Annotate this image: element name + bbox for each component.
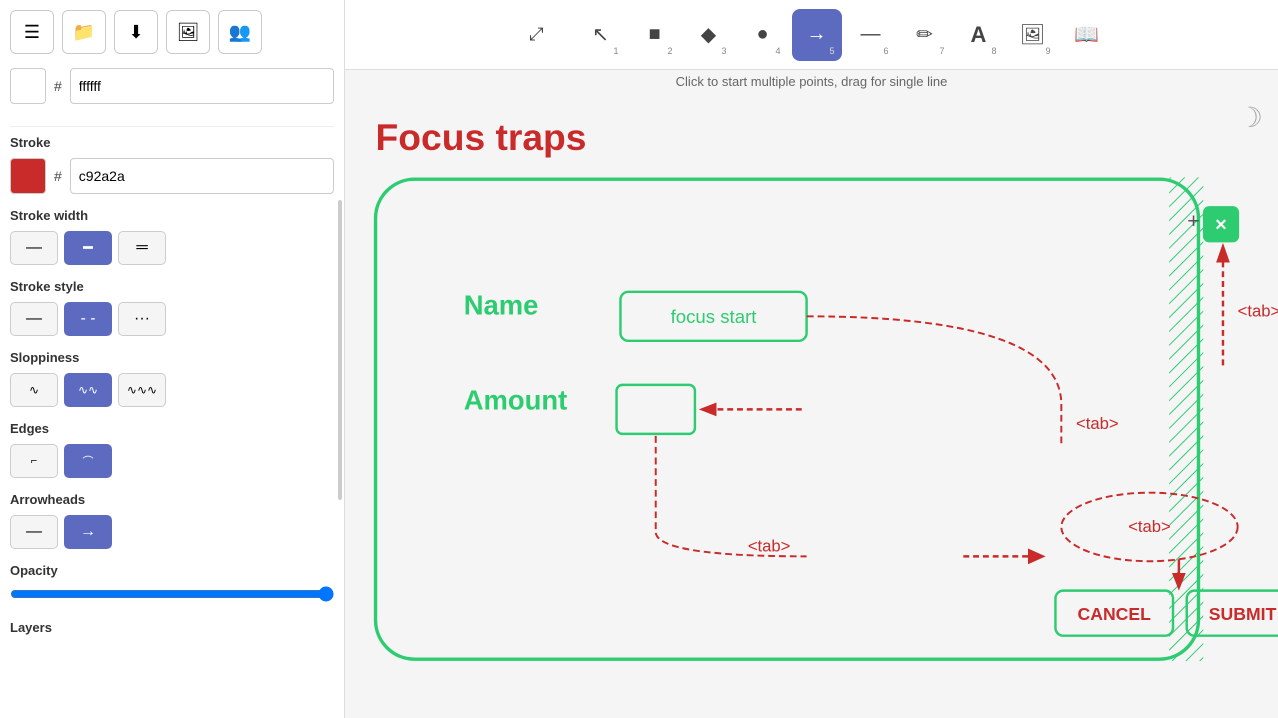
- amount-box: [617, 385, 695, 434]
- stroke-swatch[interactable]: [10, 158, 46, 194]
- stroke-dashed[interactable]: - -: [64, 302, 112, 336]
- focus-trap-border: [376, 179, 1199, 659]
- tab-label-mid: <tab>: [1076, 414, 1119, 433]
- stroke-width-label: Stroke width: [10, 208, 334, 223]
- select-tool-button[interactable]: ↖ 1: [576, 9, 626, 61]
- stroke-section-label: Stroke: [10, 135, 334, 150]
- sidebar-top-icons: ☰ 📁 ⬇ 🖼 👥: [10, 10, 334, 54]
- stroke-thin[interactable]: —: [10, 231, 58, 265]
- opacity-slider[interactable]: [10, 586, 334, 602]
- stroke-color-row: #: [10, 158, 334, 194]
- fill-swatch[interactable]: [10, 68, 46, 104]
- sloppiness-none[interactable]: ∿: [10, 373, 58, 407]
- focus-start-label: focus start: [671, 306, 758, 327]
- up-arrow-head: [1216, 243, 1230, 263]
- scroll-thumb[interactable]: [338, 200, 342, 500]
- fill-hash-label: #: [54, 78, 62, 94]
- sloppiness-label: Sloppiness: [10, 350, 334, 365]
- toolbar: ⤢ ↖ 1 ■ 2 ◆ 3 ● 4 → 5 — 6 ✏ 7 A: [345, 0, 1278, 70]
- stroke-thick[interactable]: ═: [118, 231, 166, 265]
- main-area: ⤢ ↖ 1 ■ 2 ◆ 3 ● 4 → 5 — 6 ✏ 7 A: [345, 0, 1278, 718]
- users-button[interactable]: 👥: [218, 10, 262, 54]
- stroke-dotted[interactable]: ···: [118, 302, 166, 336]
- canvas[interactable]: ☽ Focus traps + ✕: [345, 91, 1278, 718]
- edges-group: ⌐ ⌒: [10, 444, 334, 478]
- hint-text: Click to start multiple points, drag for…: [676, 74, 948, 89]
- submit-label: SUBMIT: [1209, 604, 1277, 624]
- image-icon: 🖼: [1020, 22, 1045, 47]
- stroke-medium[interactable]: ━: [64, 231, 112, 265]
- close-x-icon: ✕: [1214, 217, 1227, 234]
- rectangle-tool-button[interactable]: ■ 2: [630, 9, 680, 61]
- arrowheads-group: — →: [10, 515, 334, 549]
- plus-icon: +: [1187, 208, 1200, 233]
- library-tool-button[interactable]: 📖: [1062, 9, 1112, 61]
- line-icon: —: [861, 23, 881, 46]
- edges-label: Edges: [10, 421, 334, 436]
- sloppiness-group: ∿ ∿∿ ∿∿∿: [10, 373, 334, 407]
- edges-sharp[interactable]: ⌐: [10, 444, 58, 478]
- sloppiness-medium[interactable]: ∿∿: [64, 373, 112, 407]
- hint-bar: Click to start multiple points, drag for…: [345, 70, 1278, 91]
- menu-button[interactable]: ☰: [10, 10, 54, 54]
- hatch-pattern: [1169, 177, 1203, 661]
- opacity-label: Opacity: [10, 563, 334, 578]
- left-arrow-head: [699, 403, 717, 417]
- circle-tool-button[interactable]: ● 4: [738, 9, 788, 61]
- stroke-color-input[interactable]: [70, 158, 334, 194]
- fill-color-row: #: [10, 68, 334, 104]
- circle-icon: ●: [756, 23, 768, 46]
- name-label: Name: [464, 289, 539, 320]
- export-button[interactable]: 🖼: [166, 10, 210, 54]
- layers-label: Layers: [10, 620, 334, 635]
- text-icon: A: [971, 22, 987, 48]
- pencil-icon: ✏: [916, 22, 933, 47]
- tab-label-bottom: <tab>: [748, 536, 791, 555]
- rectangle-icon: ■: [648, 23, 660, 46]
- cursor-icon: ↖: [592, 22, 609, 47]
- tab-label-right: <tab>: [1238, 301, 1278, 320]
- hand-tool-button[interactable]: ⤢: [512, 9, 562, 61]
- stroke-solid[interactable]: —: [10, 302, 58, 336]
- image-tool-button[interactable]: 🖼 9: [1008, 9, 1058, 61]
- arrowheads-label: Arrowheads: [10, 492, 334, 507]
- opacity-slider-container: [10, 586, 334, 606]
- diagram-svg: Focus traps + ✕ <tab>: [345, 91, 1278, 718]
- edges-round[interactable]: ⌒: [64, 444, 112, 478]
- stroke-style-group: — - - ···: [10, 302, 334, 336]
- diamond-icon: ◆: [701, 22, 716, 47]
- diagram-title: Focus traps: [376, 116, 587, 158]
- dashed-path-1: [807, 316, 1062, 443]
- to-cancel-arrowhead: [1028, 549, 1046, 565]
- tab-label-ellipse: <tab>: [1128, 517, 1171, 536]
- stroke-hash-label: #: [54, 168, 62, 184]
- pencil-tool-button[interactable]: ✏ 7: [900, 9, 950, 61]
- text-tool-button[interactable]: A 8: [954, 9, 1004, 61]
- download-button[interactable]: ⬇: [114, 10, 158, 54]
- folder-button[interactable]: 📁: [62, 10, 106, 54]
- sloppiness-high[interactable]: ∿∿∿: [118, 373, 166, 407]
- arrow-tool-button[interactable]: → 5: [792, 9, 842, 61]
- amount-label: Amount: [464, 384, 568, 415]
- diamond-tool-button[interactable]: ◆ 3: [684, 9, 734, 61]
- arrowhead-none[interactable]: —: [10, 515, 58, 549]
- cancel-label: CANCEL: [1078, 604, 1152, 624]
- stroke-style-label: Stroke style: [10, 279, 334, 294]
- arrow-icon: →: [807, 23, 827, 46]
- arrowhead-arrow[interactable]: →: [64, 515, 112, 549]
- stroke-width-group: — ━ ═: [10, 231, 334, 265]
- sidebar: ☰ 📁 ⬇ 🖼 👥 # Stroke # Stroke width — ━ ═ …: [0, 0, 345, 718]
- fill-color-input[interactable]: [70, 68, 334, 104]
- line-tool-button[interactable]: — 6: [846, 9, 896, 61]
- library-icon: 📖: [1074, 22, 1099, 47]
